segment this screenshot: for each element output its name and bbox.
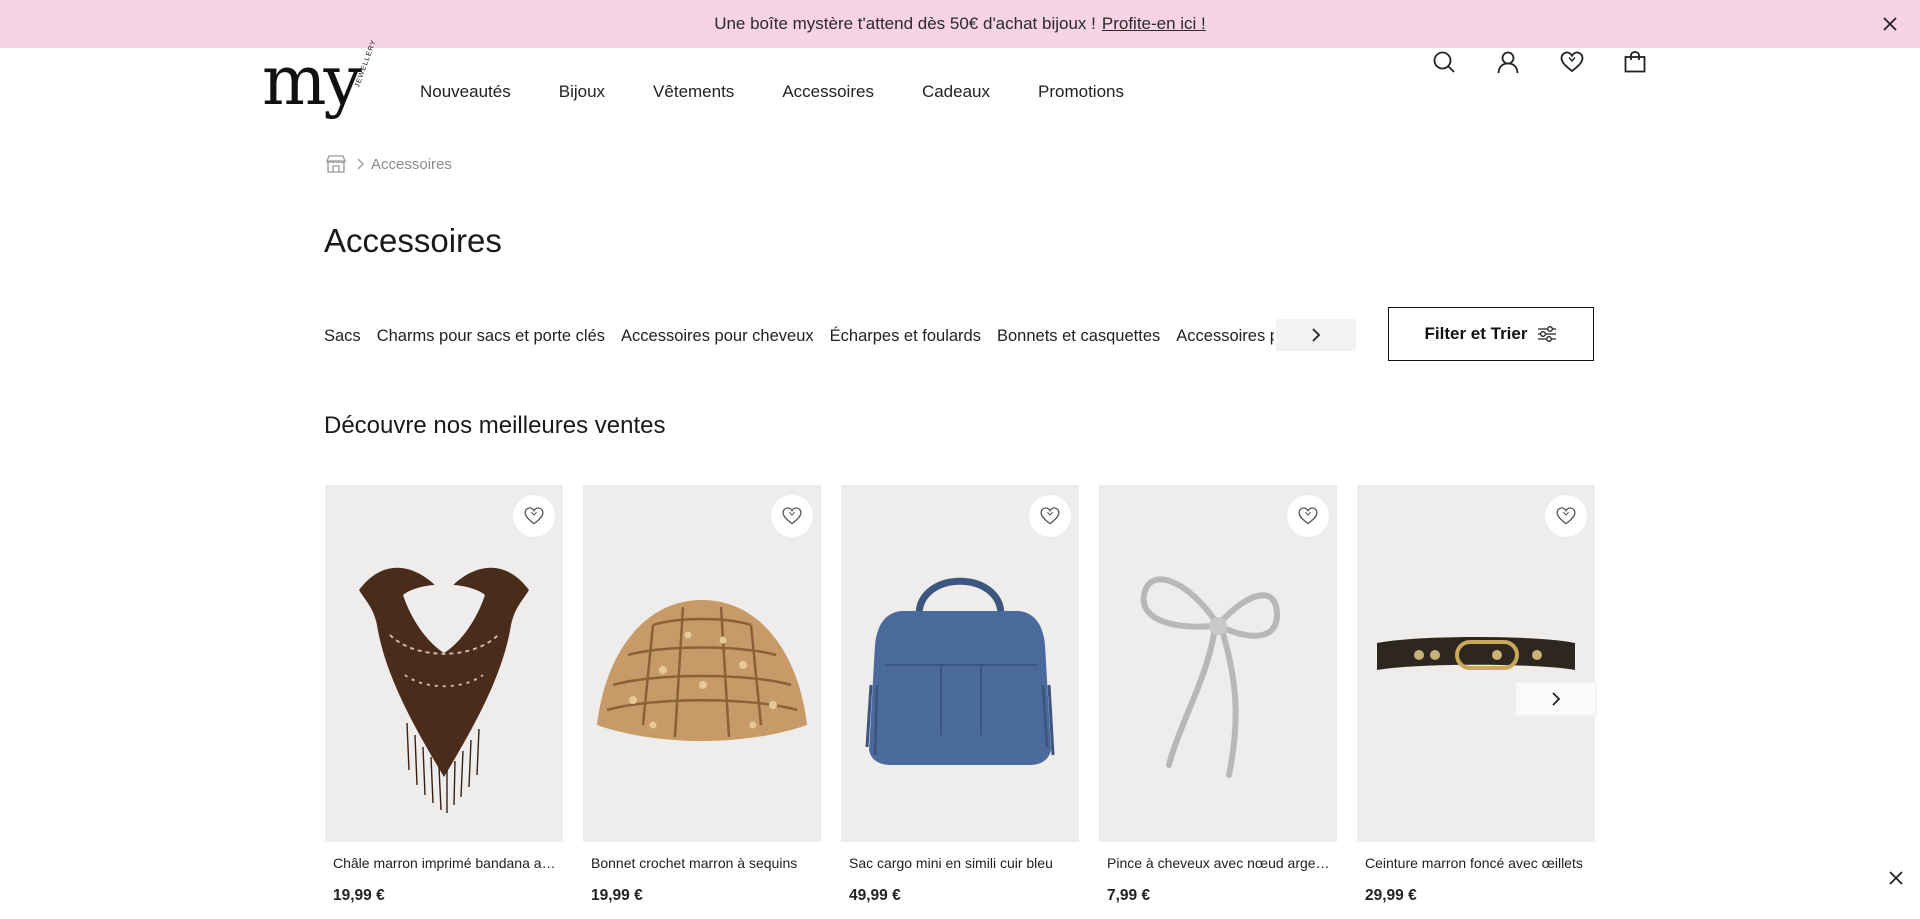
heart-icon: [1040, 507, 1060, 525]
wishlist-icon[interactable]: [1558, 48, 1586, 76]
product-name[interactable]: Bonnet crochet marron à sequins: [591, 855, 817, 871]
wishlist-button[interactable]: [513, 495, 555, 537]
product-price: 29,99 €: [1365, 887, 1417, 904]
product-image[interactable]: [325, 485, 563, 842]
promo-link[interactable]: Profite-en ici !: [1102, 14, 1206, 34]
product-image[interactable]: [841, 485, 1079, 842]
section-title: Découvre nos meilleures ventes: [324, 412, 666, 439]
product-image[interactable]: [1099, 485, 1337, 842]
close-icon[interactable]: [1884, 866, 1908, 890]
category-bar: Sacs Charms pour sacs et porte clés Acce…: [324, 314, 1274, 358]
product-card[interactable]: Sac cargo mini en simili cuir bleu 49,99…: [841, 485, 1079, 904]
chevron-right-icon: [1552, 692, 1561, 706]
product-price: 19,99 €: [591, 887, 643, 904]
nav-item-cadeaux[interactable]: Cadeaux: [922, 82, 990, 102]
wishlist-button[interactable]: [1287, 495, 1329, 537]
hair-clip-image: [1140, 576, 1281, 778]
category-echarpes[interactable]: Écharpes et foulards: [830, 327, 981, 346]
product-card[interactable]: Ceinture marron foncé avec œillets 29,99…: [1357, 485, 1595, 904]
category-sacs[interactable]: Sacs: [324, 327, 361, 346]
nav-item-bijoux[interactable]: Bijoux: [559, 82, 605, 102]
promo-text: Une boîte mystère t'attend dès 50€ d'ach…: [714, 14, 1096, 33]
nav-item-vetements[interactable]: Vêtements: [653, 82, 734, 102]
filter-sort-label: Filter et Trier: [1424, 324, 1528, 343]
promo-banner: Une boîte mystère t'attend dès 50€ d'ach…: [0, 0, 1920, 48]
product-name[interactable]: Sac cargo mini en simili cuir bleu: [849, 855, 1075, 871]
product-price: 7,99 €: [1107, 887, 1151, 904]
scarf-image: [359, 567, 529, 813]
product-card[interactable]: Bonnet crochet marron à sequins 19,99 €: [583, 485, 821, 904]
category-scroll-right-button[interactable]: [1276, 319, 1356, 351]
cart-icon[interactable]: [1621, 48, 1649, 76]
carousel-next-button[interactable]: [1515, 682, 1597, 716]
heart-icon: [1298, 507, 1318, 525]
search-icon[interactable]: [1430, 48, 1458, 76]
logo[interactable]: my JEWELLERY: [262, 39, 378, 128]
hat-image: [597, 600, 807, 741]
nav-item-accessoires[interactable]: Accessoires: [782, 82, 874, 102]
belt-image: [1377, 637, 1575, 670]
site-header: my JEWELLERY Nouveautés Bijoux Vêtements…: [0, 39, 1920, 136]
shop-icon[interactable]: [325, 154, 347, 174]
bag-image: [865, 577, 1055, 765]
account-icon[interactable]: [1494, 48, 1522, 76]
product-name[interactable]: Pince à cheveux avec nœud argenté: [1107, 855, 1333, 871]
filter-sort-button[interactable]: Filter et Trier: [1388, 307, 1594, 361]
page-title: Accessoires: [324, 222, 502, 259]
wishlist-button[interactable]: [1545, 495, 1587, 537]
heart-icon: [1556, 507, 1576, 525]
sliders-icon: [1538, 326, 1557, 342]
product-image[interactable]: [1357, 485, 1595, 842]
chevron-right-icon: [1312, 328, 1321, 342]
breadcrumb-current: Accessoires: [371, 155, 452, 173]
wishlist-button[interactable]: [771, 495, 813, 537]
category-charms[interactable]: Charms pour sacs et porte clés: [377, 327, 605, 346]
product-price: 49,99 €: [849, 887, 901, 904]
nav-item-promotions[interactable]: Promotions: [1038, 82, 1124, 102]
product-price: 19,99 €: [333, 887, 385, 904]
wishlist-button[interactable]: [1029, 495, 1071, 537]
category-accessoires-cheveux[interactable]: Accessoires pour cheveux: [621, 327, 814, 346]
heart-icon: [782, 507, 802, 525]
logo-wordmark: my: [262, 42, 362, 121]
category-bonnets[interactable]: Bonnets et casquettes: [997, 327, 1160, 346]
category-accessoires-pour[interactable]: Accessoires pour: [1176, 327, 1274, 346]
nav-item-nouveautes[interactable]: Nouveautés: [420, 82, 511, 102]
product-card[interactable]: Châle marron imprimé bandana av... 19,99…: [325, 485, 563, 904]
breadcrumb: Accessoires: [325, 154, 452, 174]
main-nav: Nouveautés Bijoux Vêtements Accessoires …: [420, 82, 1172, 102]
product-name[interactable]: Châle marron imprimé bandana av...: [333, 855, 559, 871]
heart-icon: [524, 507, 544, 525]
product-image[interactable]: [583, 485, 821, 842]
product-card[interactable]: Pince à cheveux avec nœud argenté 7,99 €: [1099, 485, 1337, 904]
product-name[interactable]: Ceinture marron foncé avec œillets: [1365, 855, 1591, 871]
close-icon[interactable]: [1878, 12, 1902, 36]
chevron-right-icon: [357, 158, 364, 170]
